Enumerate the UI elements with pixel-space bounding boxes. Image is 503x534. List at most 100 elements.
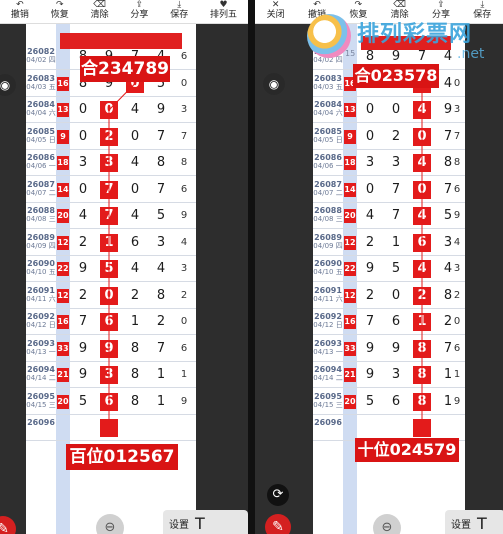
left-right-strip	[196, 24, 248, 534]
digit-cell: 8	[413, 366, 431, 384]
sum-value: 20	[57, 394, 69, 409]
left-tool-2[interactable]: ⌫ 清除	[90, 1, 109, 21]
sum-value: 20	[344, 394, 356, 409]
digit-cell: 3	[100, 154, 118, 172]
settings-label[interactable]: 设置	[169, 516, 189, 531]
table-row: 26085 04/05 日902077	[313, 124, 465, 150]
last-digit: 6	[180, 342, 188, 354]
issue-date: 04/11 六	[26, 294, 56, 303]
last-digit: 6	[180, 51, 188, 62]
text-tool-icon[interactable]: T	[195, 514, 205, 533]
issue-label: 26084 04/04 六	[26, 100, 56, 118]
left-tool-5[interactable]: ♥ 排列五	[210, 1, 237, 21]
digit-cell: 4	[130, 208, 140, 223]
table-row: 26091 04/11 六 12 2 0 2 8 2	[313, 283, 465, 309]
digit-cell: 1	[156, 393, 166, 409]
issue-number: 26084	[314, 100, 342, 109]
digit-cell: 4	[413, 101, 431, 119]
table-row: 26084 04/04 六 13 0 0 4 9 3	[26, 97, 196, 123]
left-tool-0[interactable]: ↶ 撤销	[11, 0, 29, 21]
digit-cell: 7	[391, 208, 401, 223]
digit-cell: 6	[130, 234, 140, 250]
digit-cell: 0	[391, 102, 401, 117]
last-digit: 9	[453, 210, 461, 221]
issue-number: 26086	[314, 153, 342, 162]
last-digit: 0	[180, 316, 188, 327]
digit-cell: 6	[391, 314, 401, 329]
digit-cell: 7	[391, 181, 401, 197]
issue-label: 26090 04/10 五	[26, 260, 56, 277]
issue-number: 26088	[27, 206, 55, 215]
issue-date: 04/03 五	[313, 82, 343, 91]
digit-cell: 6	[100, 392, 118, 411]
tool-label: 恢复	[50, 10, 69, 20]
digit-cell	[152, 419, 170, 437]
last-digit: 9	[453, 395, 461, 407]
logo-text: 排列彩票网	[357, 22, 473, 47]
issue-date: 04/04 六	[313, 109, 343, 117]
table-row: 26088 04/08 三 20 4 7 4 5 9	[26, 203, 196, 229]
last-digit: 1	[180, 369, 188, 380]
eye-icon[interactable]: ◉	[263, 73, 285, 95]
issue-label: 26091 04/11 六	[313, 286, 343, 303]
digit-cell: 5	[100, 260, 118, 278]
settings-label[interactable]: 设置	[451, 516, 471, 531]
last-digit: 0	[180, 77, 188, 89]
digit-cell: 4	[130, 261, 140, 276]
left-tool-1[interactable]: ↷ 恢复	[50, 0, 69, 21]
rotate-icon[interactable]: ⟳	[267, 484, 289, 506]
digit-cell: 2	[365, 234, 375, 250]
last-digit: 4	[453, 236, 461, 248]
lock-icon[interactable]: ⊖	[96, 514, 124, 534]
table-row: 26094 04/14 二 21 9 3 8 1 1	[26, 362, 196, 388]
left-tool-3[interactable]: ⇪ 分享	[130, 1, 148, 21]
issue-date: 04/15 三	[313, 400, 343, 409]
digit-cell: 8	[130, 367, 140, 382]
table-row: 26087 04/07 二 14 0 7 0 7 6	[313, 177, 465, 203]
issue-date: 04/08 三	[26, 215, 56, 223]
next-marker	[100, 419, 118, 437]
issue-date: 04/06 一	[26, 162, 56, 170]
tool-label: 清除	[90, 10, 109, 20]
tool-icon: ↷	[354, 0, 363, 10]
last-digit: 7	[453, 130, 461, 142]
sum-value: 33	[57, 341, 69, 356]
issue-date: 04/10 五	[26, 268, 56, 276]
sum-value: 13	[344, 103, 356, 117]
digit-cell	[439, 419, 457, 437]
digit-cell: 5	[391, 261, 401, 276]
issue-date: 04/09 四	[26, 241, 56, 250]
sum-value: 21	[344, 368, 356, 382]
text-tool-icon[interactable]: T	[477, 514, 487, 533]
issue-date: 04/04 六	[26, 109, 56, 117]
title-banner	[60, 33, 182, 49]
right-tool-0[interactable]: ✕ 关闭	[267, 0, 285, 21]
tool-icon: ↶	[16, 0, 24, 10]
sum-value: 13	[57, 103, 69, 117]
settings-bar-left[interactable]: 设置 T	[163, 510, 248, 534]
logo-icon	[307, 14, 351, 58]
issue-number: 26089	[314, 232, 342, 242]
digit-cell: 4	[78, 208, 88, 223]
issue-number: 26092	[27, 312, 55, 321]
tool-icon: ✕	[271, 0, 280, 10]
settings-bar-right[interactable]: 设置 T	[445, 510, 503, 534]
issue-label: 26083 04/03 五	[26, 74, 56, 91]
issue-number: 26083	[314, 73, 342, 83]
right-side-strip	[255, 24, 313, 534]
issue-label: 26088 04/08 三	[26, 206, 56, 224]
tool-icon: ⤓	[480, 0, 485, 10]
lock-icon[interactable]: ⊖	[373, 514, 401, 534]
left-tool-4[interactable]: ⤓ 保存	[170, 1, 188, 21]
issue-date: 04/08 三	[313, 215, 343, 223]
pen-icon[interactable]: ✎	[265, 514, 291, 534]
last-digit: 7	[180, 130, 188, 142]
tool-icon: ↷	[55, 0, 64, 10]
issue-number: 26084	[27, 100, 55, 109]
issue-date: 04/13 一	[26, 347, 56, 356]
issue-label: 26084 04/04 六	[313, 100, 343, 118]
digit-cell: 7	[100, 207, 118, 225]
issue-date: 04/07 二	[26, 188, 56, 197]
digit-cell: 8	[156, 287, 166, 303]
tool-icon: ↶	[313, 0, 321, 10]
